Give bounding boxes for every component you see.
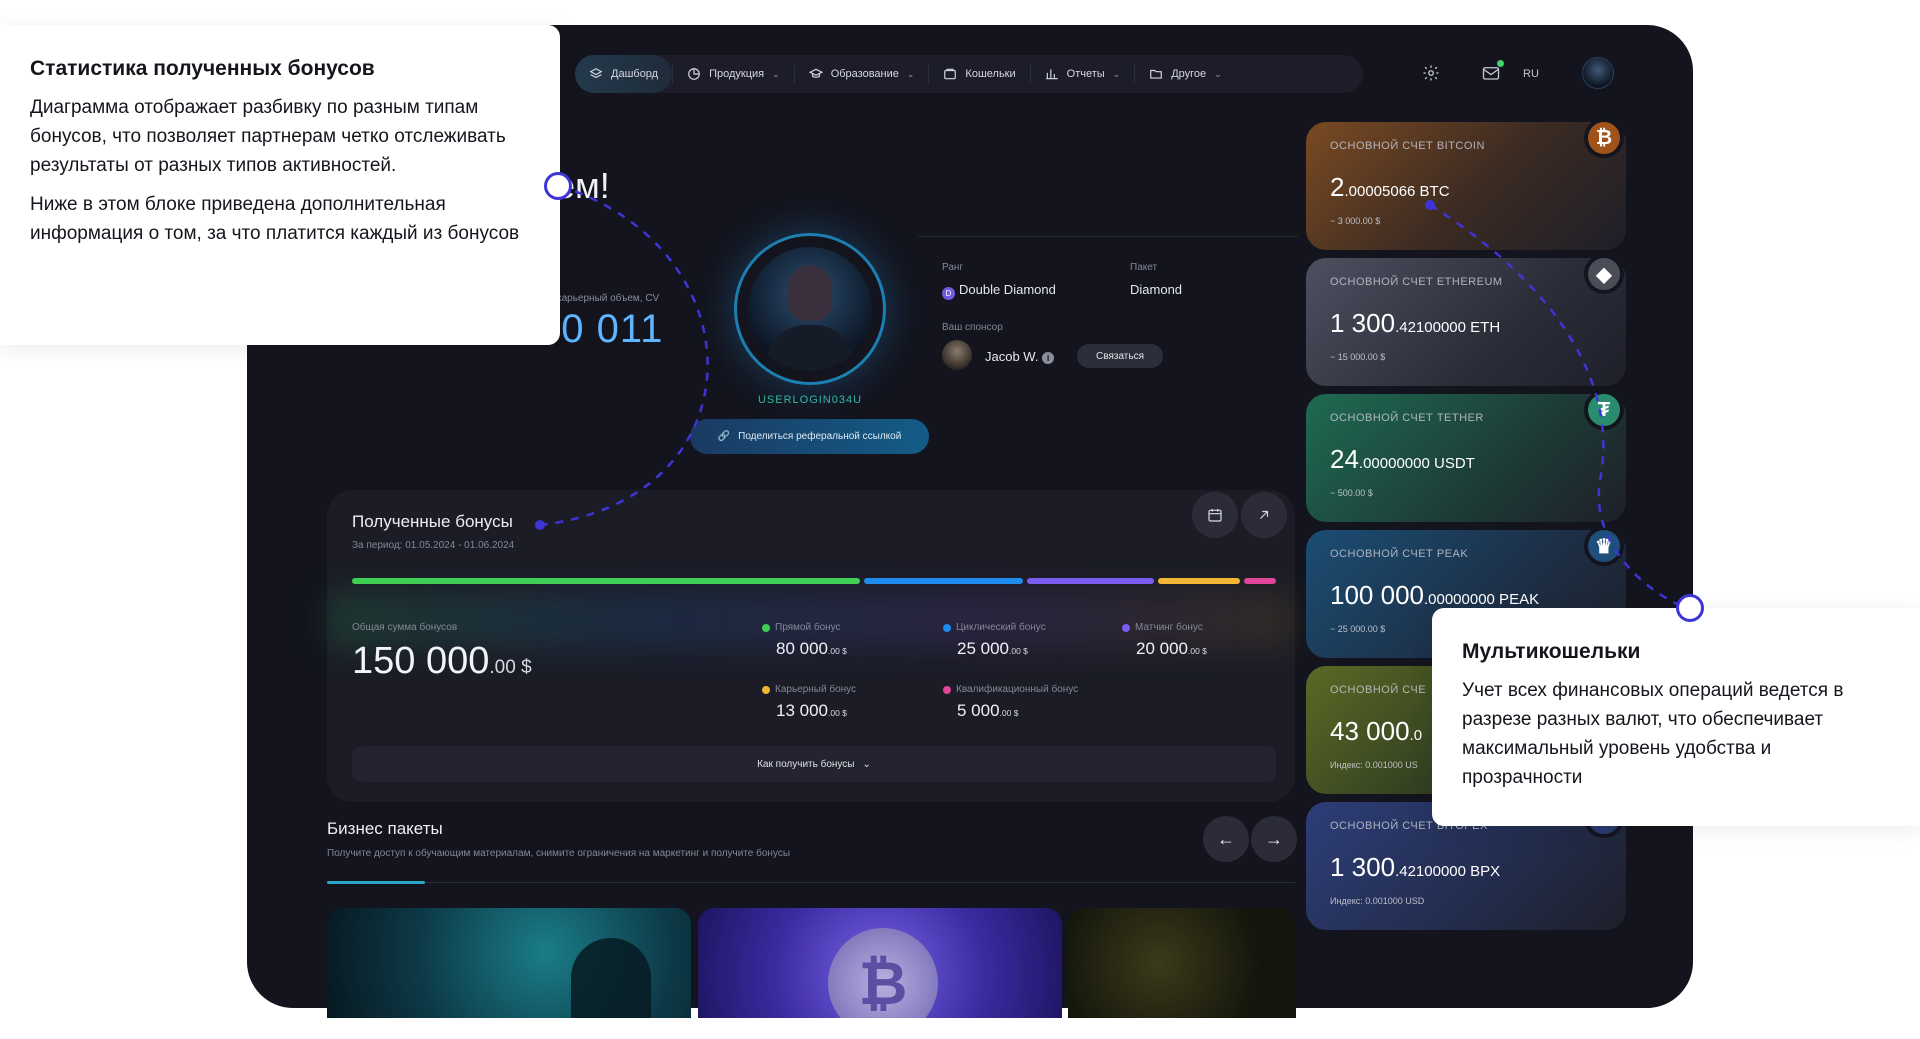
bonus-callout: Статистика полученных бонусов Диаграмма … (0, 25, 560, 345)
bonus-callout-title: Статистика полученных бонусов (30, 57, 375, 80)
bonus-callout-text-1: Диаграмма отображает разбивку по разным … (30, 97, 506, 176)
wallets-callout: Мультикошельки Учет всех финансовых опер… (1432, 608, 1920, 826)
annotation-node-wallets (1676, 594, 1704, 622)
page: Дашборд Продукция ⌄ Образование ⌄ Кошельки Отч… (0, 0, 1920, 1039)
annotation-dot-bonus (535, 520, 545, 530)
annotation-node-bonus (544, 172, 572, 200)
wallets-callout-text: Учет всех финансовых операций ведется в … (1462, 680, 1844, 788)
bonus-callout-text-2: Ниже в этом блоке приведена дополнительн… (30, 194, 520, 244)
wallets-callout-title: Мультикошельки (1462, 640, 1641, 663)
annotation-dot-wallet (1425, 200, 1435, 210)
